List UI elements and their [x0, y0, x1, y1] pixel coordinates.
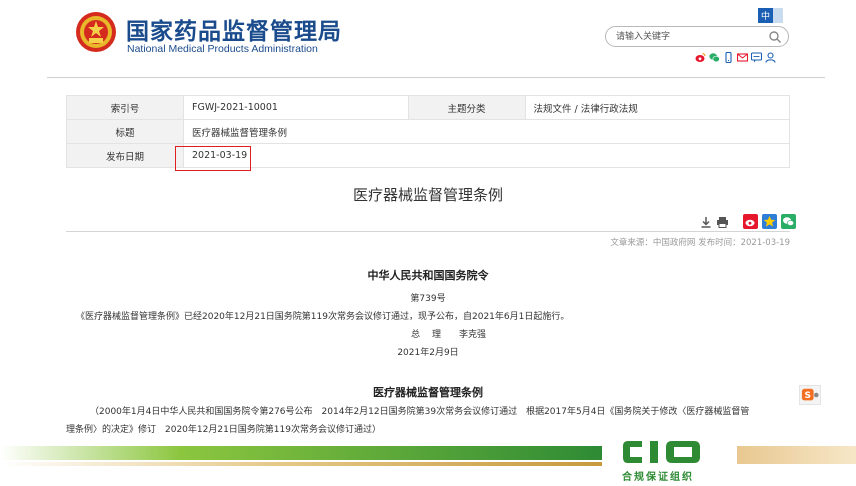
article-source: 文章来源：中国政府网 发布时间：2021-03-19 — [610, 238, 790, 248]
article-title: 医疗器械监督管理条例 — [352, 186, 503, 204]
search-icon[interactable] — [768, 30, 782, 44]
table-row: 标题 医疗器械监督管理条例 — [66, 119, 790, 144]
download-icon[interactable] — [700, 216, 712, 228]
sogou-float-icon[interactable]: S — [799, 385, 821, 405]
wechat-share-icon[interactable] — [781, 214, 796, 229]
premier-name: 李克强 — [459, 330, 487, 340]
footer-stripe-right — [737, 446, 856, 464]
language-switch: 中 — [758, 8, 784, 23]
article-tools — [700, 214, 796, 229]
site-title-en[interactable]: National Medical Products Administration — [127, 43, 318, 55]
regulation-history-line-2: 理条例〉的决定》修订 2020年12月21日国务院第119次常务会议修订通过） — [66, 425, 381, 435]
share-icons — [695, 52, 776, 63]
regulation-history-line-1: （2000年1月4日中华人民共和国国务院令第276号公布 2014年2月12日国… — [90, 407, 750, 417]
weibo-icon[interactable] — [695, 52, 706, 63]
title-label: 标题 — [66, 119, 184, 144]
header-divider — [47, 77, 825, 78]
message-icon[interactable] — [751, 52, 762, 63]
email-icon[interactable] — [737, 52, 748, 63]
lang-en-button[interactable] — [773, 8, 784, 23]
user-icon[interactable] — [765, 52, 776, 63]
site-title-cn[interactable]: 国家药品监督管理局 — [126, 12, 342, 46]
print-icon[interactable] — [716, 216, 729, 228]
date-label: 发布日期 — [66, 143, 184, 168]
weibo-share-icon[interactable] — [743, 214, 758, 229]
decree-number: 第739号 — [410, 294, 446, 304]
cio-logo-subtitle: 合规保证组织 — [622, 472, 694, 483]
title-value: 医疗器械监督管理条例 — [183, 119, 790, 144]
search-input[interactable] — [616, 29, 766, 44]
index-value: FGWJ-2021-10001 — [183, 95, 409, 120]
mobile-icon[interactable] — [723, 52, 734, 63]
premier-signature: 总 理 李克强 — [411, 327, 486, 340]
decree-body: 《医疗器械监督管理条例》已经2020年12月21日国务院第119次常务会议修订通… — [76, 312, 570, 322]
premier-title-char-1: 总 — [411, 330, 421, 340]
qzone-share-icon[interactable] — [762, 214, 777, 229]
wechat-icon[interactable] — [709, 52, 720, 63]
topic-value: 法规文件 / 法律行政法规 — [524, 95, 791, 120]
topic-label: 主题分类 — [407, 95, 526, 120]
date-highlight-box — [175, 146, 251, 171]
premier-title-char-2: 理 — [432, 330, 442, 340]
lang-cn-button[interactable]: 中 — [758, 8, 774, 23]
national-emblem-icon — [76, 12, 116, 52]
search-box — [605, 26, 789, 47]
site-header: 国家药品监督管理局 National Medical Products Admi… — [0, 0, 856, 78]
svg-text:S: S — [805, 391, 811, 401]
date-value: 2021-03-19 — [183, 143, 790, 168]
table-row: 索引号 FGWJ-2021-10001 主题分类 法规文件 / 法律行政法规 — [66, 95, 791, 120]
index-label: 索引号 — [66, 95, 184, 120]
regulation-title: 医疗器械监督管理条例 — [373, 386, 483, 399]
article-divider — [66, 231, 790, 232]
decree-title: 中华人民共和国国务院令 — [367, 269, 489, 282]
decree-date: 2021年2月9日 — [397, 348, 459, 358]
footer-stripe-green — [0, 446, 602, 460]
cio-logo — [623, 441, 700, 463]
footer-stripe-gold — [0, 462, 602, 466]
